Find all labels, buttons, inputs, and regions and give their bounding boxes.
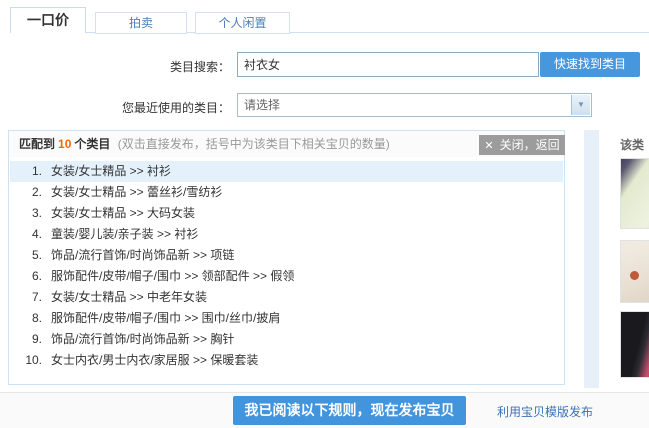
category-list-item[interactable]: 4. 童装/婴儿装/亲子装 >> 衬衫 xyxy=(10,224,563,245)
category-list-item[interactable]: 5. 饰品/流行首饰/时尚饰品新 >> 项链 xyxy=(10,245,563,266)
category-item-number: 9. xyxy=(10,329,42,350)
product-thumbnail-3[interactable] xyxy=(620,311,649,378)
category-item-label: 女装/女士精品 >> 衬衫 xyxy=(51,164,171,178)
category-list-item[interactable]: 8. 服饰配件/皮带/帽子/围巾 >> 围巾/丝巾/披肩 xyxy=(10,308,563,329)
category-list-item[interactable]: 3. 女装/女士精品 >> 大码女装 xyxy=(10,203,563,224)
category-item-label: 女装/女士精品 >> 大码女装 xyxy=(51,206,195,220)
tab-auction[interactable]: 拍卖 xyxy=(95,12,187,34)
matched-categories-header: 匹配到10个类目 (双击直接发布，括号中为该类目下相关宝贝的数量) ✕关闭，返回… xyxy=(9,131,564,157)
close-return-button[interactable]: ✕关闭，返回类目 xyxy=(479,135,565,155)
category-search-label: 类目搜索： xyxy=(0,58,230,75)
category-item-number: 1. xyxy=(10,161,42,182)
quick-find-category-button[interactable]: 快速找到类目 xyxy=(540,52,640,77)
tab-personal-idle[interactable]: 个人闲置 xyxy=(195,12,290,34)
recent-category-select[interactable]: 请选择 ▼ xyxy=(237,93,592,117)
match-prefix: 匹配到 xyxy=(19,137,55,151)
category-list: 1. 女装/女士精品 >> 衬衫 2. 女装/女士精品 >> 蕾丝衫/雪纺衫 3. 女装/… xyxy=(10,161,563,371)
category-item-number: 4. xyxy=(10,224,42,245)
category-search-input[interactable] xyxy=(237,52,539,77)
category-item-number: 8. xyxy=(10,308,42,329)
publish-button[interactable]: 我已阅读以下规则，现在发布宝贝 xyxy=(233,396,466,425)
footer-bar: 我已阅读以下规则，现在发布宝贝 利用宝贝模版发布 xyxy=(0,392,649,428)
category-list-item[interactable]: 9. 饰品/流行首饰/时尚饰品新 >> 胸针 xyxy=(10,329,563,350)
category-item-label: 女士内衣/男士内衣/家居服 >> 保暖套装 xyxy=(51,353,258,367)
category-list-item[interactable]: 7. 女装/女士精品 >> 中老年女装 xyxy=(10,287,563,308)
category-item-number: 6. xyxy=(10,266,42,287)
match-suffix: 个类目 xyxy=(74,137,110,151)
category-list-item[interactable]: 6. 服饰配件/皮带/帽子/围巾 >> 领部配件 >> 假领 xyxy=(10,266,563,287)
matched-categories-panel: 匹配到10个类目 (双击直接发布，括号中为该类目下相关宝贝的数量) ✕关闭，返回… xyxy=(8,130,565,385)
category-item-label: 女装/女士精品 >> 蕾丝衫/雪纺衫 xyxy=(51,185,222,199)
category-item-label: 女装/女士精品 >> 中老年女装 xyxy=(51,290,207,304)
category-item-label: 饰品/流行首饰/时尚饰品新 >> 项链 xyxy=(51,248,234,262)
product-thumbnail-2[interactable] xyxy=(620,240,649,303)
category-item-number: 7. xyxy=(10,287,42,308)
chevron-down-icon[interactable]: ▼ xyxy=(571,95,590,115)
match-hint: (双击直接发布，括号中为该类目下相关宝贝的数量) xyxy=(118,137,390,151)
category-item-label: 服饰配件/皮带/帽子/围巾 >> 领部配件 >> 假领 xyxy=(51,269,294,283)
recent-category-selected-value: 请选择 xyxy=(244,94,280,116)
recent-category-label: 您最近使用的类目： xyxy=(0,99,230,116)
category-list-item[interactable]: 1. 女装/女士精品 >> 衬衫 xyxy=(10,161,563,182)
match-count: 10 xyxy=(58,137,71,151)
product-thumbnail-1[interactable] xyxy=(620,158,649,229)
category-item-number: 5. xyxy=(10,245,42,266)
category-item-number: 10. xyxy=(10,350,42,371)
close-icon: ✕ xyxy=(484,140,493,152)
category-item-number: 3. xyxy=(10,203,42,224)
category-item-label: 服饰配件/皮带/帽子/围巾 >> 围巾/丝巾/披肩 xyxy=(51,311,280,325)
tab-fixed-price[interactable]: 一口价 xyxy=(10,7,86,33)
right-panel-heading: 该类 xyxy=(620,136,644,153)
publish-category-page: 一口价 拍卖 个人闲置 类目搜索： 快速找到类目 您最近使用的类目： 请选择 ▼… xyxy=(0,0,649,428)
category-item-label: 童装/婴儿装/亲子装 >> 衬衫 xyxy=(51,227,198,241)
category-list-item[interactable]: 10. 女士内衣/男士内衣/家居服 >> 保暖套装 xyxy=(10,350,563,371)
category-item-label: 饰品/流行首饰/时尚饰品新 >> 胸针 xyxy=(51,332,234,346)
panel-divider xyxy=(584,130,599,388)
template-publish-link[interactable]: 利用宝贝模版发布 xyxy=(497,403,593,420)
category-item-number: 2. xyxy=(10,182,42,203)
category-list-item[interactable]: 2. 女装/女士精品 >> 蕾丝衫/雪纺衫 xyxy=(10,182,563,203)
